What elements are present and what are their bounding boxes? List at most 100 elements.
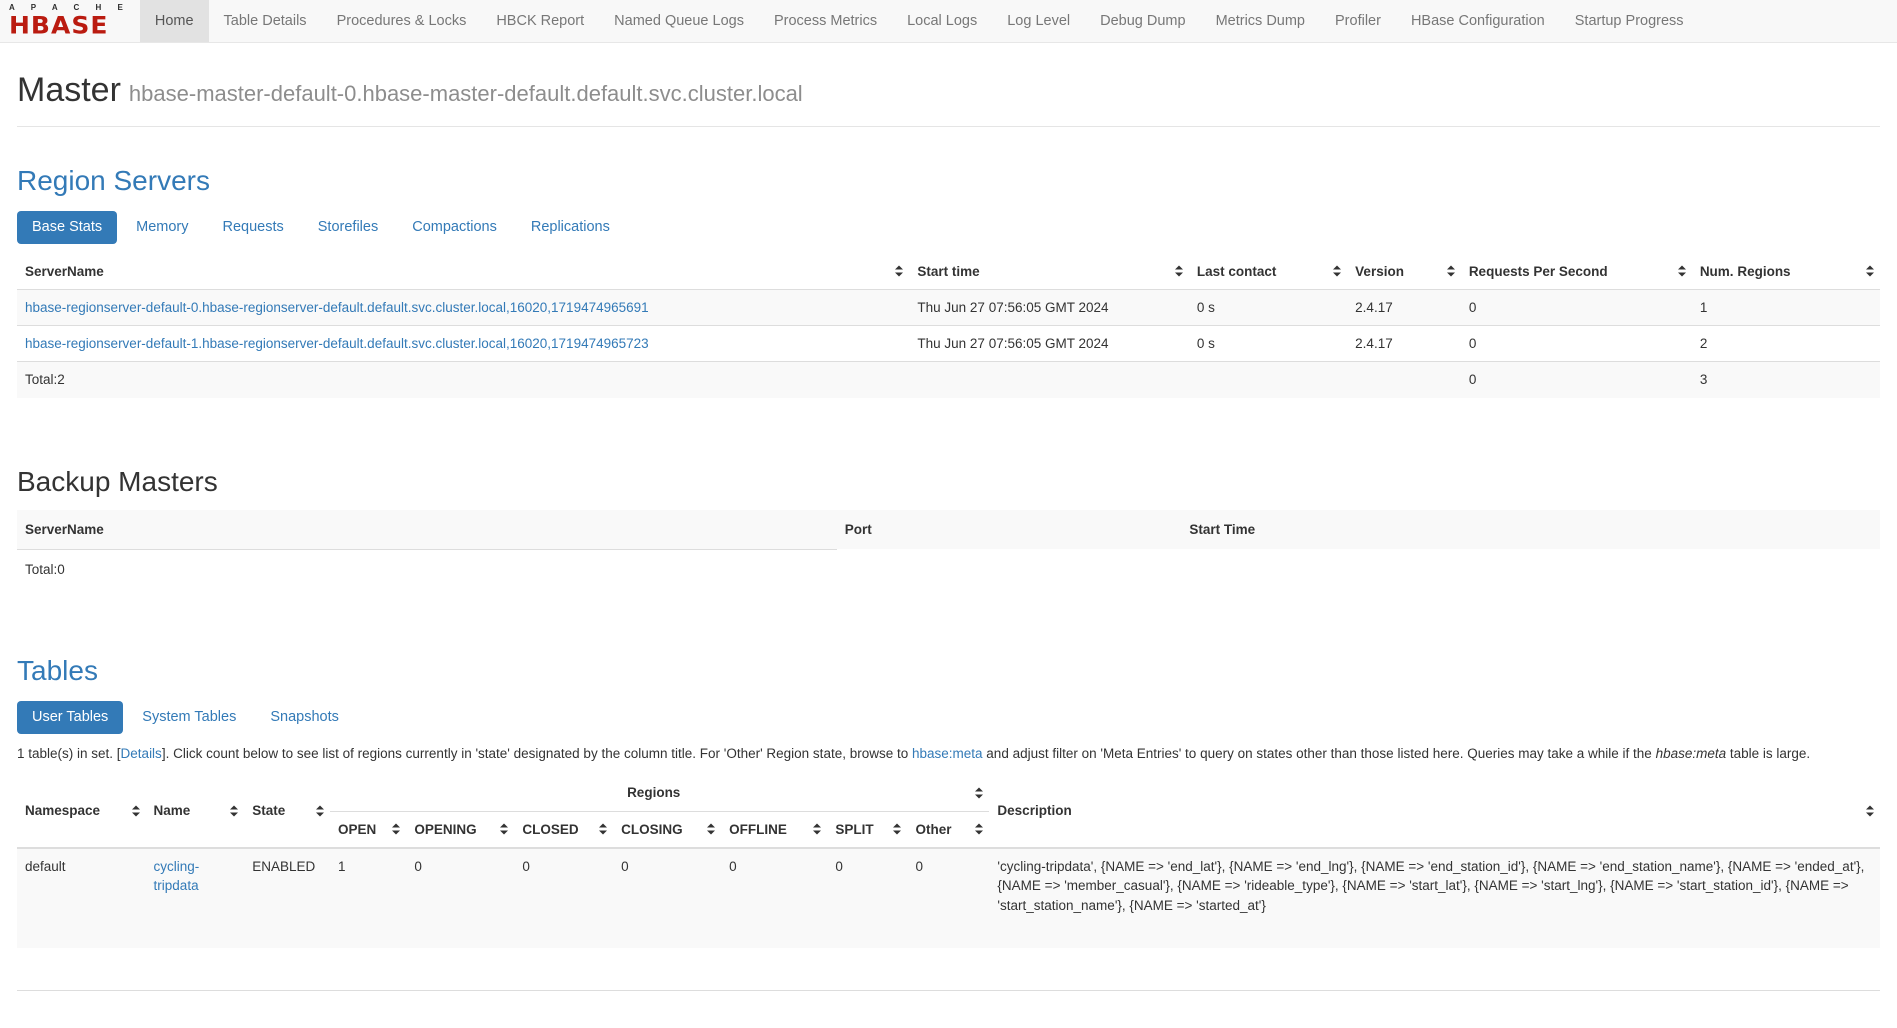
sort-icon: [975, 824, 983, 835]
col-closing[interactable]: CLOSING: [613, 811, 721, 848]
num-regions-cell: 1: [1692, 289, 1880, 325]
master-hostname: hbase-master-default-0.hbase-master-defa…: [129, 81, 803, 106]
col-other[interactable]: Other: [907, 811, 989, 848]
nav-item-local-logs[interactable]: Local Logs: [892, 0, 992, 42]
tab-compactions[interactable]: Compactions: [397, 211, 512, 244]
col-servername: ServerName: [17, 510, 837, 550]
open-count[interactable]: 1: [338, 859, 346, 874]
navbar-links: Home Table Details Procedures & Locks HB…: [140, 0, 1699, 42]
regionserver-1-link[interactable]: hbase-regionserver-default-1.hbase-regio…: [25, 336, 649, 351]
sort-icon: [1333, 266, 1341, 277]
nav-item-startup-progress[interactable]: Startup Progress: [1560, 0, 1699, 42]
table-row: default cycling-tripdata ENABLED 1 0 0 0…: [17, 848, 1880, 948]
hbase-meta-link[interactable]: hbase:meta: [912, 746, 983, 761]
total-row: Total:0: [17, 549, 1880, 587]
sort-icon: [1175, 266, 1183, 277]
last-contact-cell: 0 s: [1189, 289, 1347, 325]
nav-item-profiler[interactable]: Profiler: [1320, 0, 1396, 42]
tab-system-tables[interactable]: System Tables: [127, 701, 251, 734]
tables-tabs: User Tables System Tables Snapshots: [17, 701, 1880, 734]
closing-count: 0: [613, 848, 721, 948]
tables-note: 1 table(s) in set. [Details]. Click coun…: [17, 744, 1877, 764]
col-num-regions[interactable]: Num. Regions: [1692, 254, 1880, 290]
tables-group-header-row: Namespace Name State Regions Description: [17, 775, 1880, 811]
col-open[interactable]: OPEN: [330, 811, 406, 848]
sort-icon: [813, 824, 821, 835]
nav-item-metrics-dump[interactable]: Metrics Dump: [1201, 0, 1320, 42]
region-servers-heading: Region Servers: [17, 165, 1880, 197]
table-name-link[interactable]: cycling-tripdata: [154, 859, 200, 893]
tab-memory[interactable]: Memory: [121, 211, 203, 244]
sort-icon: [1866, 806, 1874, 817]
nav-item-named-queue-logs[interactable]: Named Queue Logs: [599, 0, 759, 42]
col-offline[interactable]: OFFLINE: [721, 811, 827, 848]
nav-item-process-metrics[interactable]: Process Metrics: [759, 0, 892, 42]
sort-icon: [975, 787, 983, 798]
start-time-cell: Thu Jun 27 07:56:05 GMT 2024: [909, 289, 1188, 325]
state-cell: ENABLED: [244, 848, 330, 948]
tab-snapshots[interactable]: Snapshots: [255, 701, 354, 734]
nav-item-debug-dump[interactable]: Debug Dump: [1085, 0, 1200, 42]
page-header: Master hbase-master-default-0.hbase-maste…: [17, 71, 1880, 110]
tab-storefiles[interactable]: Storefiles: [303, 211, 393, 244]
nav-item-home[interactable]: Home: [140, 0, 209, 42]
col-start-time[interactable]: Start time: [909, 254, 1188, 290]
sort-icon: [707, 824, 715, 835]
namespace-cell: default: [17, 848, 146, 948]
col-closed[interactable]: CLOSED: [514, 811, 613, 848]
col-last-contact[interactable]: Last contact: [1189, 254, 1347, 290]
user-tables-table: Namespace Name State Regions Description…: [17, 775, 1880, 948]
description-cell: 'cycling-tripdata', {NAME => 'end_lat'},…: [989, 848, 1880, 948]
regionserver-0-link[interactable]: hbase-regionserver-default-0.hbase-regio…: [25, 300, 649, 315]
tab-replications[interactable]: Replications: [516, 211, 625, 244]
bottom-divider: [17, 990, 1880, 991]
offline-count: 0: [721, 848, 827, 948]
sort-icon: [895, 266, 903, 277]
region-servers-table: ServerName Start time Last contact Versi…: [17, 254, 1880, 398]
num-regions-cell: 2: [1692, 326, 1880, 362]
closed-count: 0: [514, 848, 613, 948]
details-link[interactable]: Details: [121, 746, 162, 761]
nav-item-hbase-configuration[interactable]: HBase Configuration: [1396, 0, 1560, 42]
table-row: hbase-regionserver-default-0.hbase-regio…: [17, 289, 1880, 325]
col-start-time: Start Time: [1181, 510, 1880, 550]
sort-icon: [132, 806, 140, 817]
tab-requests[interactable]: Requests: [208, 211, 299, 244]
col-state[interactable]: State: [244, 775, 330, 848]
nav-item-table-details[interactable]: Table Details: [209, 0, 322, 42]
version-cell: 2.4.17: [1347, 289, 1461, 325]
tab-base-stats[interactable]: Base Stats: [17, 211, 117, 244]
backup-masters-header-row: ServerName Port Start Time: [17, 510, 1880, 550]
hbase-logo[interactable]: A P A C H E HBASE: [0, 0, 140, 42]
last-contact-cell: 0 s: [1189, 326, 1347, 362]
page-title: Master hbase-master-default-0.hbase-maste…: [17, 71, 1880, 110]
sort-icon: [893, 824, 901, 835]
rps-cell: 0: [1461, 326, 1692, 362]
logo-hbase-text: HBASE: [9, 14, 130, 38]
col-opening[interactable]: OPENING: [406, 811, 514, 848]
sort-icon: [1866, 266, 1874, 277]
col-name[interactable]: Name: [146, 775, 245, 848]
header-divider: [17, 126, 1880, 127]
tab-user-tables[interactable]: User Tables: [17, 701, 123, 734]
col-servername[interactable]: ServerName: [17, 254, 909, 290]
col-description[interactable]: Description: [989, 775, 1880, 848]
col-requests-per-second[interactable]: Requests Per Second: [1461, 254, 1692, 290]
sort-icon: [316, 806, 324, 817]
region-servers-tabs: Base Stats Memory Requests Storefiles Co…: [17, 211, 1880, 244]
nav-item-hbck-report[interactable]: HBCK Report: [481, 0, 599, 42]
master-title: Master: [17, 71, 121, 109]
col-split[interactable]: SPLIT: [827, 811, 907, 848]
rps-cell: 0: [1461, 289, 1692, 325]
sort-icon: [500, 824, 508, 835]
col-namespace[interactable]: Namespace: [17, 775, 146, 848]
table-row: hbase-regionserver-default-1.hbase-regio…: [17, 326, 1880, 362]
opening-count: 0: [406, 848, 514, 948]
version-cell: 2.4.17: [1347, 326, 1461, 362]
nav-item-log-level[interactable]: Log Level: [992, 0, 1085, 42]
nav-item-procedures-locks[interactable]: Procedures & Locks: [322, 0, 482, 42]
col-version[interactable]: Version: [1347, 254, 1461, 290]
col-group-regions[interactable]: Regions: [330, 775, 989, 811]
other-count: 0: [907, 848, 989, 948]
total-rps: 0: [1461, 362, 1692, 398]
